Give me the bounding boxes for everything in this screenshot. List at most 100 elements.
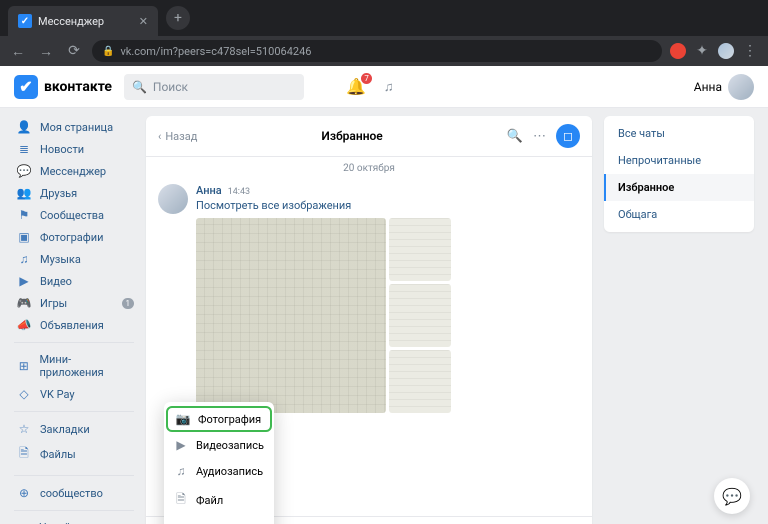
sidebar-icon: 🎮 — [16, 296, 32, 310]
sidebar-item[interactable]: ◇VK Pay — [14, 383, 134, 405]
bookmark-icon[interactable]: ◻ — [556, 124, 580, 148]
sidebar-item[interactable]: 🎮Игры1 — [14, 292, 134, 314]
sidebar-icon: 👥 — [16, 186, 32, 200]
ext-icon[interactable] — [670, 43, 686, 59]
attach-item-label: Видеозапись — [196, 439, 264, 452]
attach-item-label: Аудиозапись — [196, 465, 263, 478]
message: Анна 14:43 Посмотреть все изображения — [146, 180, 592, 417]
notif-badge: 7 — [361, 73, 372, 84]
attachment-image[interactable] — [196, 218, 386, 413]
chat-bubble-icon[interactable]: 💬 — [714, 478, 750, 514]
attach-item-icon: ♫ — [174, 464, 188, 478]
sidebar-label: сообщество — [40, 487, 103, 500]
folder-item[interactable]: Непрочитанные — [604, 147, 754, 174]
attachment-thumb[interactable] — [389, 284, 451, 347]
sidebar-icon: ⚑ — [16, 208, 32, 222]
sidebar-label: Объявления — [40, 319, 104, 332]
search-input[interactable]: 🔍 Поиск — [124, 74, 304, 100]
sidebar-item[interactable]: 🗎 Файлы — [14, 440, 134, 469]
sidebar-icon: 📣 — [16, 318, 32, 332]
tab-title: Мессенджер — [38, 15, 104, 28]
menu-icon[interactable]: ⋮ — [740, 41, 760, 61]
sidebar-item[interactable]: 💬 Мессенджер — [14, 160, 134, 182]
back-button[interactable]: ‹ Назад — [158, 130, 197, 143]
url-text: vk.com/im?peers=c478sel=510064246 — [120, 45, 311, 58]
reload-icon[interactable]: ⟳ — [64, 41, 84, 61]
chat-folders: Все чатыНепрочитанныеИзбранноеОбщага — [604, 116, 754, 232]
username: Анна — [694, 80, 722, 94]
sidebar-item[interactable]: ⊕ сообщество — [14, 482, 134, 504]
attach-item-label: Фотография — [198, 413, 261, 426]
forward-icon[interactable]: → — [36, 41, 56, 61]
sidebar-item[interactable]: ☆ Закладки — [14, 418, 134, 440]
notifications-icon[interactable]: 🔔7 — [346, 77, 366, 96]
folder-item[interactable]: Избранное — [604, 174, 754, 201]
attach-item-icon: 📷 — [176, 412, 190, 426]
sidebar-label: Мессенджер — [40, 165, 106, 178]
browser-tab-bar: ✓ Мессенджер ✕ + — [0, 0, 768, 36]
sidebar-item[interactable]: ▶Видео — [14, 270, 134, 292]
sidebar-label: Моя страница — [40, 121, 113, 134]
vk-logo-text: вконтакте — [44, 79, 112, 95]
sidebar-icon: ⊕ — [16, 486, 32, 500]
chat-title: Избранное — [207, 129, 496, 143]
sidebar-item[interactable]: 📣 Объявления — [14, 314, 134, 336]
search-chat-icon[interactable]: 🔍 — [507, 129, 523, 144]
search-icon: 🔍 — [132, 80, 147, 94]
sidebar-label: Сообщества — [40, 209, 104, 222]
message-avatar[interactable] — [158, 184, 188, 214]
sidebar-icon: ≣ — [16, 142, 32, 156]
sidebar-icon: ⊞ — [16, 359, 31, 373]
vk-logo[interactable]: ✔ вконтакте — [14, 75, 112, 99]
extension-icons: ✦ ⋮ — [670, 41, 760, 61]
attach-item-icon: 🗎 — [174, 490, 188, 511]
vk-logo-icon: ✔ — [14, 75, 38, 99]
more-icon[interactable]: ⋯ — [533, 129, 546, 144]
sidebar-item[interactable]: ≣Новости — [14, 138, 134, 160]
music-icon[interactable]: ♫ — [384, 79, 394, 95]
lock-icon: 🔒 — [102, 46, 114, 57]
sidebar-icon: ◇ — [16, 387, 32, 401]
sidebar-item[interactable]: ⚑ Сообщества — [14, 204, 134, 226]
ext-puzzle-icon[interactable]: ✦ — [692, 41, 712, 61]
sidebar-item[interactable]: ▣ Фотографии — [14, 226, 134, 248]
url-field[interactable]: 🔒 vk.com/im?peers=c478sel=510064246 — [92, 40, 662, 62]
sidebar-item[interactable]: ⊞Мини-приложения — [14, 349, 134, 383]
sidebar-badge: 1 — [122, 298, 135, 309]
sidebar-label: Друзья — [40, 187, 77, 200]
sidebar-label: Закладки — [40, 423, 90, 436]
vk-header: ✔ вконтакте 🔍 Поиск 🔔7 ♫ Анна — [0, 66, 768, 108]
attach-menu-item[interactable]: ◎Карта — [164, 517, 274, 524]
sidebar-item[interactable]: ♡Целуй и Знакомься — [14, 517, 134, 524]
sidebar-icon: ♫ — [16, 252, 32, 266]
profile-avatar-icon[interactable] — [718, 43, 734, 59]
sidebar-item[interactable]: 👤Моя страница — [14, 116, 134, 138]
view-all-images-link[interactable]: Посмотреть все изображения — [196, 199, 580, 212]
folder-item[interactable]: Все чаты — [604, 120, 754, 147]
attach-menu-item[interactable]: 📷 Фотография — [166, 406, 272, 432]
sidebar-label: Видео — [40, 275, 72, 288]
sidebar-item[interactable]: 👥 Друзья — [14, 182, 134, 204]
attach-menu-item[interactable]: ♫ Аудиозапись — [164, 458, 274, 484]
attach-menu-item[interactable]: 🗎Файл — [164, 484, 274, 517]
new-tab-button[interactable]: + — [166, 6, 190, 30]
avatar — [728, 74, 754, 100]
sidebar-icon: ☆ — [16, 422, 32, 436]
sidebar-item[interactable]: ♫Музыка — [14, 248, 134, 270]
sidebar-icon: 🗎 — [16, 444, 32, 465]
back-icon[interactable]: ← — [8, 41, 28, 61]
sidebar-label: Фотографии — [40, 231, 103, 244]
user-menu[interactable]: Анна — [694, 74, 754, 100]
attachment-thumb[interactable] — [389, 350, 451, 413]
attach-menu-item[interactable]: ▶Видеозапись — [164, 432, 274, 458]
sidebar-label: Файлы — [40, 448, 76, 461]
attach-menu: 📷 Фотография ▶Видеозапись ♫ Аудиозапись 🗎Файл… — [164, 402, 274, 524]
attachment-thumb[interactable] — [389, 218, 451, 281]
folder-item[interactable]: Общага — [604, 201, 754, 228]
tab-close-icon[interactable]: ✕ — [139, 15, 148, 28]
sidebar-icon: ▣ — [16, 230, 32, 244]
browser-tab[interactable]: ✓ Мессенджер ✕ — [8, 6, 158, 36]
message-author[interactable]: Анна — [196, 184, 222, 197]
sidebar-icon: 💬 — [16, 164, 32, 178]
address-bar: ← → ⟳ 🔒 vk.com/im?peers=c478sel=51006424… — [0, 36, 768, 66]
